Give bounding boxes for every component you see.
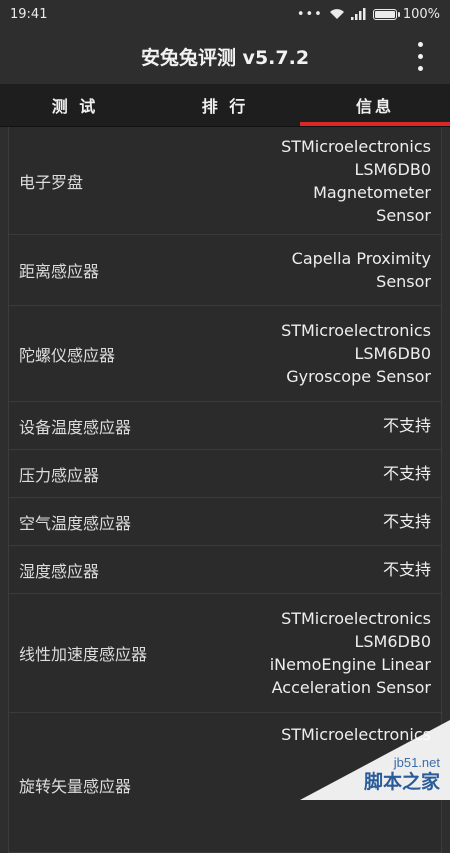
list-item: 压力感应器 不支持 bbox=[9, 450, 441, 498]
more-notifications-icon: ••• bbox=[296, 6, 323, 22]
overflow-menu-icon[interactable] bbox=[414, 38, 426, 74]
sensor-value: STMicroelectronics LSM6DB0 iNemoEngine L… bbox=[269, 609, 431, 697]
battery-text: 100% bbox=[402, 6, 440, 22]
sensor-label: 压力感应器 bbox=[19, 465, 100, 485]
sensor-value: 不支持 bbox=[382, 464, 431, 483]
list-item: 线性加速度感应器 STMicroelectronics LSM6DB0 iNem… bbox=[9, 594, 441, 713]
sensor-value: STMicroelectronics LSM6DB0 Gyroscope Sen… bbox=[281, 321, 431, 386]
sensor-value: 不支持 bbox=[382, 416, 431, 435]
status-bar: 19:41 ••• 100% bbox=[0, 0, 450, 28]
list-item: 电子罗盘 STMicroelectronics LSM6DB0 Magnetom… bbox=[9, 127, 441, 235]
list-item: 空气温度感应器 不支持 bbox=[9, 498, 441, 546]
sensor-label: 湿度感应器 bbox=[19, 561, 100, 581]
sensor-label: 空气温度感应器 bbox=[19, 513, 132, 533]
signal-icon bbox=[350, 8, 366, 20]
sensor-label: 旋转矢量感应器 bbox=[19, 777, 132, 796]
watermark-logo-text: 脚本之家 bbox=[363, 771, 440, 793]
tab-test[interactable]: 测 试 bbox=[0, 84, 150, 126]
app-title: 安兔兔评测 v5.7.2 bbox=[140, 46, 310, 69]
sensor-label: 设备温度感应器 bbox=[19, 417, 132, 437]
list-item: 设备温度感应器 不支持 bbox=[9, 402, 441, 450]
tab-info[interactable]: 信息 bbox=[300, 84, 450, 126]
watermark: jb51.net 脚本之家 bbox=[300, 720, 450, 800]
status-time: 19:41 bbox=[10, 6, 48, 22]
list-item: 湿度感应器 不支持 bbox=[9, 546, 441, 594]
sensor-label: 陀螺仪感应器 bbox=[19, 345, 116, 365]
tab-bar: 测 试 排 行 信息 bbox=[0, 84, 450, 127]
sensor-value: Capella Proximity Sensor bbox=[291, 249, 431, 291]
list-item: 陀螺仪感应器 STMicroelectronics LSM6DB0 Gyrosc… bbox=[9, 306, 441, 402]
app-bar: 安兔兔评测 v5.7.2 bbox=[0, 28, 450, 84]
sensor-value: 不支持 bbox=[382, 512, 431, 531]
battery-icon bbox=[372, 8, 400, 20]
sensor-label: 线性加速度感应器 bbox=[19, 645, 148, 664]
sensor-value: 不支持 bbox=[382, 560, 431, 579]
sensor-label: 电子罗盘 bbox=[19, 172, 84, 192]
list-item: 距离感应器 Capella Proximity Sensor bbox=[9, 235, 441, 306]
sensor-value: STMicroelectronics LSM6DB0 Magnetometer … bbox=[281, 136, 431, 225]
wifi-icon bbox=[329, 9, 344, 19]
sensor-label: 距离感应器 bbox=[19, 262, 100, 281]
tab-ranking[interactable]: 排 行 bbox=[150, 84, 300, 126]
